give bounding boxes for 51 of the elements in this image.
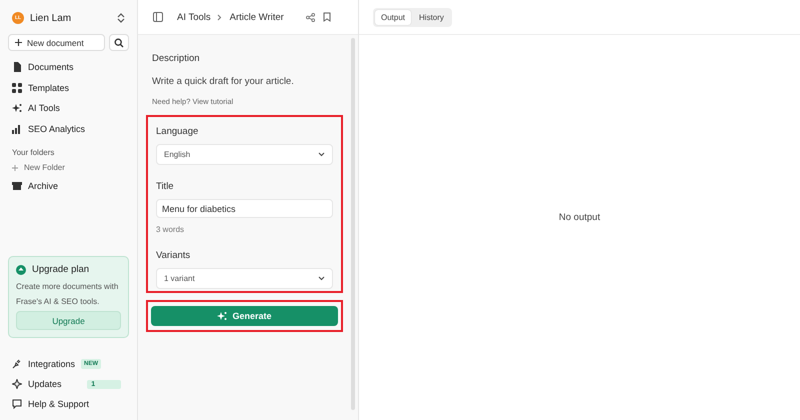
empty-message: No output xyxy=(558,212,600,223)
grid-icon xyxy=(12,82,22,93)
plus-icon xyxy=(12,164,18,170)
section-heading: Your folders xyxy=(11,147,56,159)
share-icon[interactable] xyxy=(306,12,315,22)
sparkle-icon xyxy=(12,103,22,114)
variants-select[interactable]: 1 variant xyxy=(156,268,333,289)
sidebar-toggle-icon[interactable] xyxy=(153,12,163,22)
breadcrumb-current: Article Writer xyxy=(230,12,284,22)
description-text: Write a quick draft for your article. xyxy=(152,76,295,87)
upgrade-title: Upgrade plan xyxy=(32,264,90,275)
bar-chart-icon xyxy=(12,124,22,134)
folder-item[interactable]: Archive xyxy=(8,176,129,196)
chevron-right-icon xyxy=(216,14,222,20)
tab[interactable]: History xyxy=(413,10,450,24)
chevron-updown-icon[interactable] xyxy=(117,13,125,23)
bookmark-icon[interactable] xyxy=(322,12,331,22)
chevron-down-icon xyxy=(318,276,325,281)
upgrade-text: Create more documents with Frase's AI & SEO tools. xyxy=(16,281,120,308)
field-label: Language xyxy=(156,126,200,137)
generate-button[interactable]: Generate xyxy=(151,306,338,326)
archive-box-icon xyxy=(12,181,22,192)
description-heading: Description xyxy=(152,53,201,64)
chevron-down-icon xyxy=(318,152,325,157)
title-input[interactable]: Menu for diabetics xyxy=(156,199,333,218)
plus-icon xyxy=(15,39,22,46)
nav-item[interactable]: Templates xyxy=(8,78,129,98)
sparkle-icon xyxy=(12,379,22,389)
plug-icon xyxy=(12,359,22,369)
upgrade-button[interactable]: Upgrade xyxy=(16,311,121,330)
language-select[interactable]: English xyxy=(156,144,333,165)
chat-icon xyxy=(12,399,22,409)
new-document-button[interactable]: New document xyxy=(8,34,105,51)
nav-item[interactable]: Integrations xyxy=(8,354,76,374)
account-name[interactable]: Lien Lam xyxy=(30,12,111,24)
search-icon xyxy=(114,38,124,48)
arrow-up-icon xyxy=(16,264,26,274)
document-icon xyxy=(12,62,22,72)
new-folder-link[interactable]: New Folder xyxy=(8,159,129,176)
nav-item[interactable]: AI Tools xyxy=(8,98,129,118)
search-button[interactable] xyxy=(109,34,129,51)
nav-item[interactable]: SEO Analytics xyxy=(8,118,129,139)
word-count: 3 words xyxy=(156,225,186,234)
nav-item[interactable]: Documents xyxy=(8,57,129,78)
nav-item[interactable]: Help & Support xyxy=(8,394,90,414)
nav-item[interactable]: Updates xyxy=(8,374,62,394)
tab[interactable]: Output xyxy=(375,10,412,24)
breadcrumb-link[interactable]: AI Tools xyxy=(177,12,211,22)
field-label: Variants xyxy=(156,250,192,261)
sparkle-icon xyxy=(217,311,228,321)
field-label: Title xyxy=(156,181,175,192)
